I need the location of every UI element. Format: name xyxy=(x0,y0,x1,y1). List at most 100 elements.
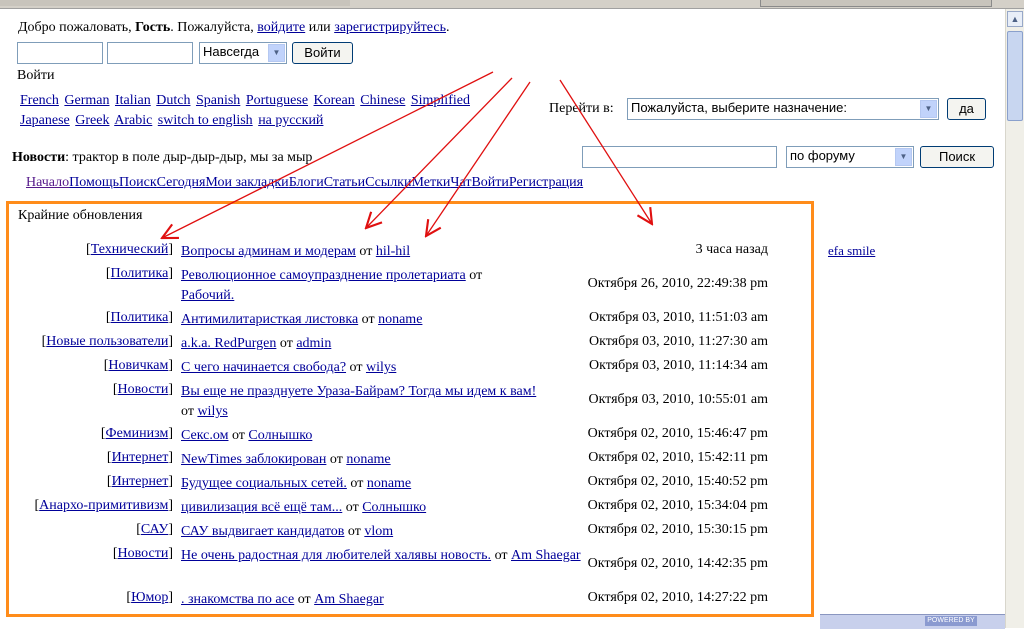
lang-link[interactable]: Japanese xyxy=(20,113,70,128)
register-link[interactable]: зарегистрируйтесь xyxy=(334,20,446,35)
scroll-thumb[interactable] xyxy=(1007,31,1023,121)
time-cell: Октября 02, 2010, 15:30:15 pm xyxy=(587,522,768,537)
author-link[interactable]: noname xyxy=(346,452,390,467)
category-cell: [Новые пользователи] xyxy=(41,334,173,349)
jump-go-button[interactable]: да xyxy=(947,98,986,120)
author-link[interactable]: Am Shaegar xyxy=(314,592,384,607)
search-button[interactable]: Поиск xyxy=(920,146,994,168)
lang-link[interactable]: Dutch xyxy=(156,93,190,108)
time-cell: Октября 03, 2010, 10:55:01 am xyxy=(588,392,768,407)
topic-link[interactable]: NewTimes заблокирован xyxy=(181,452,326,467)
nav-item-home[interactable]: Начало xyxy=(26,175,69,190)
chevron-down-icon[interactable]: ▼ xyxy=(268,44,285,62)
lang-link[interactable]: Chinese xyxy=(360,93,405,108)
sidebar-fragment[interactable]: efa smile xyxy=(828,241,875,261)
lang-link[interactable]: German xyxy=(64,93,109,108)
lang-link[interactable]: Portuguese xyxy=(246,93,308,108)
username-field[interactable] xyxy=(17,42,103,64)
password-field[interactable] xyxy=(107,42,193,64)
author-link[interactable]: hil-hil xyxy=(376,244,410,259)
category-link[interactable]: Технический xyxy=(91,242,169,257)
by-label: от xyxy=(279,336,293,351)
search-input[interactable] xyxy=(582,146,777,168)
nav-item-chat[interactable]: Чат xyxy=(450,175,471,190)
lang-link[interactable]: Greek xyxy=(75,113,109,128)
topic-link[interactable]: Антимилитаристкая листовка xyxy=(181,312,358,327)
category-link[interactable]: Новости xyxy=(118,382,169,397)
author-link[interactable]: admin xyxy=(296,336,331,351)
category-link[interactable]: Интернет xyxy=(112,474,169,489)
time-cell: 3 часа назад xyxy=(695,242,768,257)
nav-item-links[interactable]: Ссылки xyxy=(365,175,411,190)
topic-link[interactable]: Вопросы админам и модерам xyxy=(181,244,356,259)
topic-link[interactable]: Будущее социальных сетей. xyxy=(181,476,347,491)
topic-cell: NewTimes заблокирован от noname xyxy=(181,450,586,470)
login-link[interactable]: войдите xyxy=(257,20,305,35)
address-bar[interactable] xyxy=(0,0,350,6)
topic-link[interactable]: Не очень радостная для любителей халявы … xyxy=(181,548,491,563)
author-link[interactable]: noname xyxy=(378,312,422,327)
category-link[interactable]: Юмор xyxy=(131,590,168,605)
category-link[interactable]: Интернет xyxy=(112,450,169,465)
lang-link[interactable]: Simplified xyxy=(411,93,470,108)
author-link[interactable]: Рабочий. xyxy=(181,288,234,303)
topic-link[interactable]: . знакомства по асе xyxy=(181,592,294,607)
author-link[interactable]: noname xyxy=(367,476,411,491)
nav-item-blogs[interactable]: Блоги xyxy=(289,175,324,190)
topic-link[interactable]: a.k.a. RedPurgen xyxy=(181,336,276,351)
nav-item-search[interactable]: Поиск xyxy=(119,175,157,190)
vertical-scrollbar[interactable]: ▲ xyxy=(1005,9,1024,628)
category-cell: [Новости] xyxy=(112,546,173,561)
category-cell: [Анархо-примитивизм] xyxy=(34,498,173,513)
author-link[interactable]: vlom xyxy=(364,524,393,539)
nav-item-bookmarks[interactable]: Мои закладки xyxy=(205,175,288,190)
category-cell: [Новичкам] xyxy=(103,358,173,373)
lang-link[interactable]: Italian xyxy=(115,93,151,108)
lang-link[interactable]: French xyxy=(20,93,59,108)
topic-link[interactable]: цивилизация всё ещё там... xyxy=(181,500,342,515)
lang-link[interactable]: Spanish xyxy=(196,93,240,108)
scroll-up-icon[interactable]: ▲ xyxy=(1007,11,1023,27)
category-link[interactable]: САУ xyxy=(141,522,168,537)
chevron-down-icon[interactable]: ▼ xyxy=(895,148,912,166)
nav-item-today[interactable]: Сегодня xyxy=(157,175,206,190)
welcome-prefix: Добро пожаловать, xyxy=(18,20,136,35)
lang-link[interactable]: на русский xyxy=(258,113,323,128)
lang-link[interactable]: Korean xyxy=(314,93,355,108)
nav-item-register[interactable]: Регистрация xyxy=(509,175,583,190)
by-label: от xyxy=(361,312,375,327)
topic-link[interactable]: Секс.ом xyxy=(181,428,228,443)
category-link[interactable]: Феминизм xyxy=(106,426,169,441)
topic-link[interactable]: Революционное самоупразднение пролетариа… xyxy=(181,268,466,283)
category-link[interactable]: Новичкам xyxy=(108,358,168,373)
category-link[interactable]: Новые пользователи xyxy=(46,334,168,349)
topic-link[interactable]: С чего начинается свобода? xyxy=(181,360,346,375)
nav-item-help[interactable]: Помощь xyxy=(69,175,119,190)
topic-cell: САУ выдвигает кандидатов от vlom xyxy=(181,522,586,542)
topic-cell: a.k.a. RedPurgen от admin xyxy=(181,334,586,354)
browser-search-box[interactable] xyxy=(760,0,992,7)
category-link[interactable]: Политика xyxy=(111,310,169,325)
jump-select[interactable]: Пожалуйста, выберите назначение: ▼ xyxy=(627,98,939,120)
author-link[interactable]: Am Shaegar xyxy=(511,548,581,563)
sidebar-fragment-text[interactable]: efa smile xyxy=(828,243,875,258)
login-button[interactable]: Войти xyxy=(292,42,353,64)
author-link[interactable]: Солнышко xyxy=(362,500,426,515)
category-link[interactable]: Анархо-примитивизм xyxy=(39,498,168,513)
category-link[interactable]: Новости xyxy=(118,546,169,561)
category-link[interactable]: Политика xyxy=(111,266,169,281)
author-link[interactable]: Солнышко xyxy=(248,428,312,443)
lang-link[interactable]: Arabic xyxy=(114,113,152,128)
author-link[interactable]: wilys xyxy=(366,360,396,375)
chevron-down-icon[interactable]: ▼ xyxy=(920,100,937,118)
search-scope-select[interactable]: по форуму ▼ xyxy=(786,146,914,168)
author-link[interactable]: wilys xyxy=(197,404,227,419)
session-length-select[interactable]: Навсегда ▼ xyxy=(199,42,287,64)
lang-link[interactable]: switch to english xyxy=(158,113,253,128)
nav-item-login[interactable]: Войти xyxy=(471,175,508,190)
nav-item-articles[interactable]: Статьи xyxy=(324,175,365,190)
category-cell: [Политика] xyxy=(105,266,173,281)
topic-link[interactable]: САУ выдвигает кандидатов xyxy=(181,524,344,539)
nav-item-tags[interactable]: Метки xyxy=(411,175,450,190)
topic-link[interactable]: Вы еще не празднуете Ураза-Байрам? Тогда… xyxy=(181,384,536,399)
